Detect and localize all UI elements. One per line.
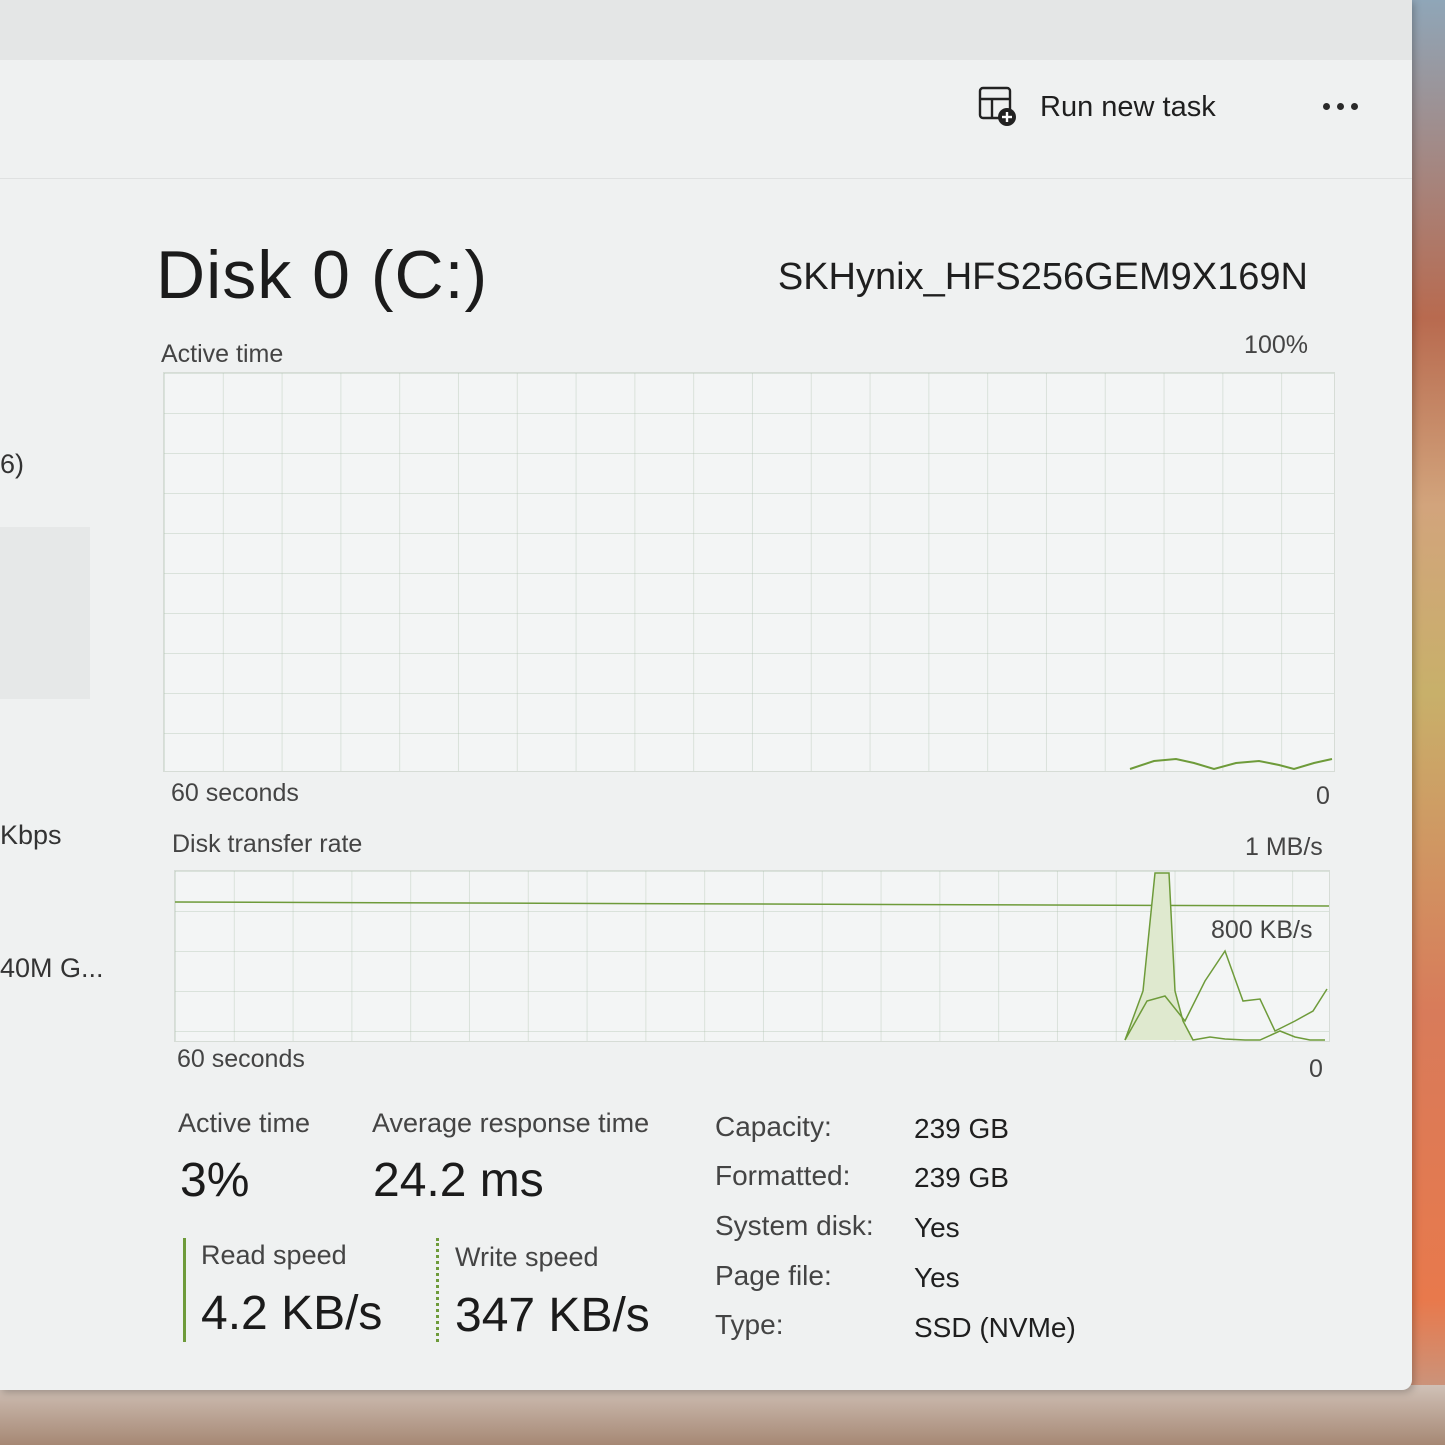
sidebar-item-disk-selected[interactable] [0, 527, 90, 699]
transfer-rate-mid-label: 800 KB/s [1211, 916, 1313, 944]
transfer-rate-min-label: 0 [1309, 1055, 1323, 1083]
type-value: SSD (NVMe) [914, 1312, 1076, 1343]
formatted-value: 239 GB [914, 1162, 1009, 1193]
write-speed-legend-bar [436, 1238, 439, 1342]
sidebar-item-memory-fragment: 6) [0, 449, 25, 479]
system-disk-label: System disk: [715, 1210, 874, 1241]
capacity-label: Capacity: [715, 1111, 832, 1142]
run-task-label: Run new task [1040, 90, 1216, 123]
active-time-line [1129, 757, 1333, 771]
write-speed-stat-label: Write speed [455, 1242, 599, 1272]
read-speed-legend-bar [183, 1238, 186, 1342]
avg-response-stat-value: 24.2 ms [373, 1154, 544, 1207]
desk-surface [0, 1385, 1445, 1445]
capacity-value: 239 GB [914, 1113, 1009, 1144]
more-dot-icon [1350, 102, 1358, 110]
system-disk-value: Yes [914, 1212, 960, 1243]
disk-model: SKHynix_HFS256GEM9X169N [777, 256, 1308, 298]
page-file-label: Page file: [715, 1260, 832, 1291]
active-time-max-label: 100% [1244, 331, 1308, 359]
write-speed-stat-value: 347 KB/s [455, 1289, 650, 1342]
more-dot-icon [1322, 102, 1330, 110]
read-speed-stat-value: 4.2 KB/s [201, 1287, 383, 1340]
read-speed-stat-label: Read speed [201, 1240, 347, 1270]
sidebar-item-network-fragment: Kbps [0, 820, 62, 850]
task-manager-window: Run new task 6) Kbps 40M G... Disk 0 (C:… [0, 0, 1412, 1390]
run-new-task-button[interactable]: Run new task [978, 84, 1216, 130]
active-time-stat-value: 3% [180, 1154, 250, 1207]
page-title: Disk 0 (C:) [156, 237, 489, 313]
transfer-rate-duration-label: 60 seconds [177, 1045, 305, 1073]
page-file-value: Yes [914, 1262, 960, 1293]
sidebar-item-gpu-fragment: 40M G... [0, 953, 104, 983]
active-time-graph [163, 372, 1335, 772]
transfer-rate-graph [174, 870, 1330, 1042]
transfer-rate-lines [175, 872, 1329, 1041]
active-time-graph-label: Active time [161, 340, 284, 368]
formatted-label: Formatted: [715, 1160, 851, 1191]
active-time-duration-label: 60 seconds [171, 779, 299, 807]
transfer-rate-graph-label: Disk transfer rate [172, 830, 363, 858]
more-dot-icon [1336, 102, 1344, 110]
type-label: Type: [715, 1309, 784, 1340]
avg-response-stat-label: Average response time [372, 1108, 650, 1138]
title-bar [0, 0, 1412, 60]
active-time-stat-label: Active time [178, 1108, 311, 1138]
more-options-button[interactable] [1312, 88, 1368, 124]
run-task-icon [978, 86, 1018, 128]
transfer-rate-max-label: 1 MB/s [1245, 833, 1323, 861]
active-time-min-label: 0 [1316, 782, 1330, 810]
